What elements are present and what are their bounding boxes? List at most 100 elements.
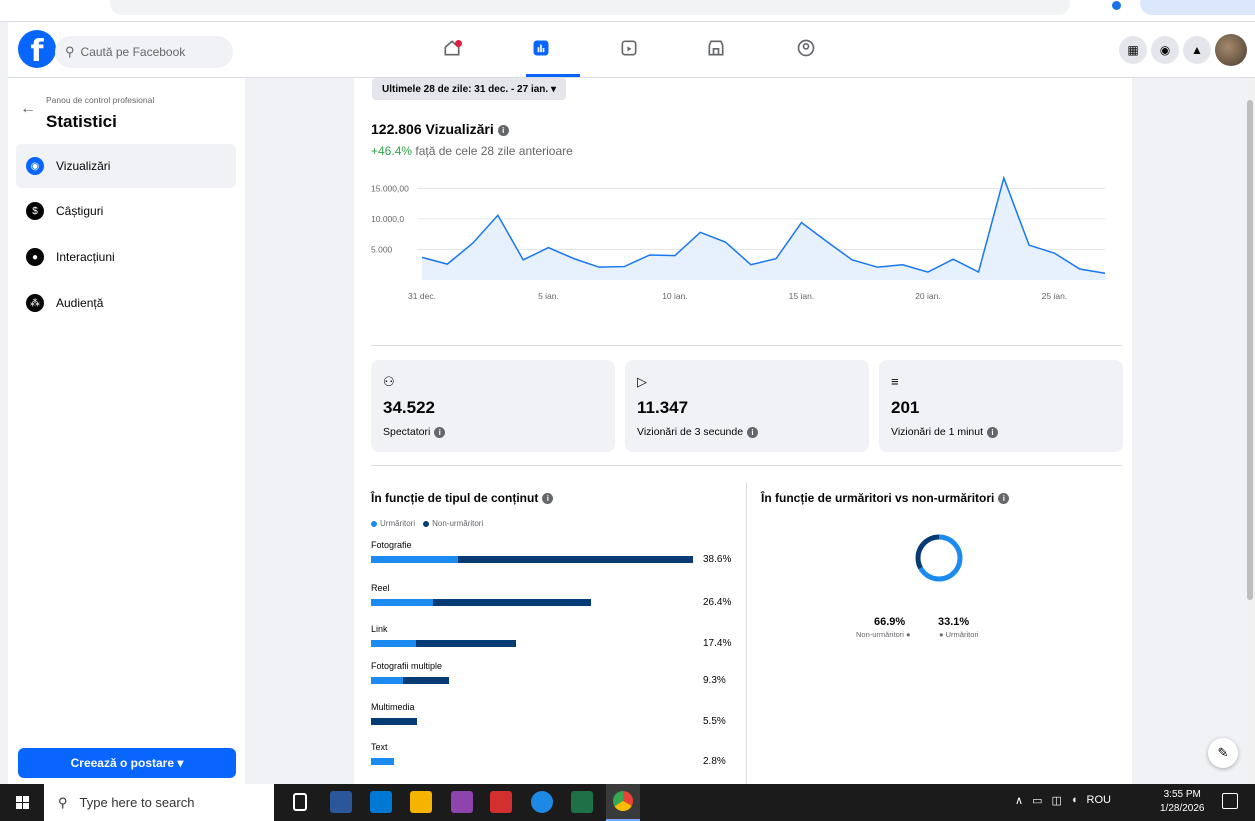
x-tick-label: 25 ian. xyxy=(1042,291,1068,301)
views-total: 122.806 Vizualizări i xyxy=(371,121,509,137)
taskbar-search-placeholder: Type here to search xyxy=(79,795,195,810)
sidebar-item-interactions[interactable]: ● Interacțiuni xyxy=(16,235,236,279)
stat-card-3s-views: ▷ 11.347 Vizionări de 3 secunde i xyxy=(625,360,869,452)
sidebar-item-label: Câștiguri xyxy=(56,204,104,218)
stat-value: 11.347 xyxy=(637,398,689,417)
network-icon[interactable]: ◫ xyxy=(1051,794,1061,807)
battery-icon[interactable]: ▭ xyxy=(1032,794,1042,807)
groups-icon[interactable] xyxy=(794,36,818,60)
dashboard-icon[interactable] xyxy=(529,36,553,60)
stat-label: Vizionări de 1 minut i xyxy=(891,426,999,438)
vertical-divider xyxy=(746,483,747,784)
sidebar-item-label: Interacțiuni xyxy=(56,250,115,264)
facebook-logo-icon[interactable]: f xyxy=(18,30,56,69)
acrobat-app-icon[interactable] xyxy=(490,791,512,813)
bar-value-label: 5.5% xyxy=(703,716,726,727)
info-icon[interactable]: i xyxy=(747,426,759,438)
person-icon: ⚇ xyxy=(383,374,395,389)
volume-icon[interactable]: ◖ xyxy=(1071,794,1078,807)
followers-title: În funcție de urmăritori vs non-urmărito… xyxy=(761,491,1010,505)
donut-nonfollowers-label: Non-urmăritori ● xyxy=(856,630,911,639)
edge-browser-icon[interactable] xyxy=(531,791,553,813)
info-icon[interactable]: i xyxy=(998,493,1010,505)
bar-category-label: Fotografie xyxy=(371,540,412,550)
bar-value-label: 9.3% xyxy=(703,675,726,686)
facebook-top-nav: f ⚲ Caută pe Facebook ▦ ◉ ▲ xyxy=(8,22,1255,78)
sidebar-item-earnings[interactable]: $ Câștiguri xyxy=(16,189,236,233)
bar-followers-segment xyxy=(371,556,458,563)
eye-icon: ◉ xyxy=(26,157,44,175)
bar-nonfollowers-segment xyxy=(371,677,449,684)
content-type-bar-row: Multimedia 5.5% xyxy=(371,702,736,732)
date-range-dropdown[interactable]: Ultimele 28 de zile: 31 dec. - 27 ian. ▾ xyxy=(372,78,566,100)
info-icon[interactable]: i xyxy=(497,124,509,136)
active-tab-indicator xyxy=(526,74,580,77)
page-scrollbar[interactable] xyxy=(1247,78,1255,784)
profile-avatar[interactable] xyxy=(1215,34,1247,66)
menu-grid-icon[interactable]: ▦ xyxy=(1119,36,1147,64)
panel-label[interactable]: Panou de control profesional xyxy=(46,95,154,105)
bar-value-label: 17.4% xyxy=(703,638,732,649)
notification-center-icon[interactable] xyxy=(1222,793,1238,809)
file-explorer-icon[interactable] xyxy=(410,791,432,813)
stat-value: 201 xyxy=(891,398,920,417)
profile-pill[interactable] xyxy=(1140,0,1255,15)
info-icon[interactable]: i xyxy=(987,426,999,438)
bar-value-label: 38.6% xyxy=(703,554,732,565)
sidebar-item-label: Audiență xyxy=(56,296,104,310)
legend-followers: Urmăritori xyxy=(371,519,415,528)
clock-time: 3:55 PM xyxy=(1163,789,1201,800)
extension-icon[interactable] xyxy=(1112,1,1121,10)
notifications-bell-icon[interactable]: ▲ xyxy=(1183,36,1211,64)
divider xyxy=(371,465,1122,466)
messenger-icon[interactable]: ◉ xyxy=(1151,36,1179,64)
taskbar-search-input[interactable]: ⚲ Type here to search xyxy=(44,784,274,821)
views-line-chart: 15.000,00 10.000,0 5.000 31 dec. 5 ian. 10 ia… xyxy=(371,175,1106,301)
bar-followers-segment xyxy=(371,640,416,647)
chrome-browser-icon[interactable] xyxy=(606,784,640,821)
video-icon[interactable] xyxy=(617,36,641,60)
bar-legend: Urmăritori Non-urmăritori xyxy=(371,519,483,528)
back-arrow-icon[interactable]: ← xyxy=(20,100,36,118)
compose-edit-icon[interactable]: ✎ xyxy=(1208,738,1238,768)
bar-nonfollowers-segment xyxy=(371,599,592,606)
excel-app-icon[interactable] xyxy=(571,791,593,813)
info-icon[interactable]: i xyxy=(542,493,554,505)
bar-category-label: Text xyxy=(371,742,388,752)
word-app-icon[interactable] xyxy=(330,791,352,813)
taskbar-clock[interactable]: 3:55 PM 1/28/2026 xyxy=(1160,788,1205,816)
winrar-app-icon[interactable] xyxy=(451,791,473,813)
clock-date: 1/28/2026 xyxy=(1160,803,1205,814)
language-indicator[interactable]: ROU xyxy=(1087,794,1111,807)
create-post-button[interactable]: Creează o postare ▾ xyxy=(18,748,236,778)
y-tick-label: 5.000 xyxy=(371,244,393,254)
stat-label: Spectatori i xyxy=(383,426,446,438)
teams-app-icon[interactable] xyxy=(370,791,392,813)
info-icon[interactable]: i xyxy=(434,426,446,438)
bar-category-label: Multimedia xyxy=(371,702,415,712)
sidebar-item-views[interactable]: ◉ Vizualizări xyxy=(16,144,236,188)
sidebar-item-audience[interactable]: ⁂ Audiență xyxy=(16,281,236,325)
donut-nonfollowers-pct: 66.9% xyxy=(874,616,906,628)
facebook-search-input[interactable]: ⚲ Caută pe Facebook xyxy=(55,36,233,68)
chevron-up-icon[interactable]: ∧ xyxy=(1015,794,1023,807)
address-bar[interactable] xyxy=(110,0,1070,15)
donut-followers-pct: 33.1% xyxy=(938,616,970,628)
scrollbar-thumb[interactable] xyxy=(1247,100,1253,600)
search-placeholder: Caută pe Facebook xyxy=(80,45,186,59)
task-view-icon[interactable] xyxy=(293,793,307,811)
windows-start-icon[interactable] xyxy=(0,784,44,821)
y-tick-label: 10.000,0 xyxy=(371,214,404,224)
bar-followers-segment xyxy=(371,758,395,765)
bar-nonfollowers-segment xyxy=(371,718,417,725)
bar-value-label: 2.8% xyxy=(703,756,726,767)
bar-category-label: Link xyxy=(371,624,388,634)
play-icon: ▷ xyxy=(637,374,647,389)
playlist-icon: ≡ xyxy=(891,374,899,389)
windows-taskbar: ⚲ Type here to search ∧ ▭ ◫ ◖ ROU 3:55 P… xyxy=(0,784,1255,821)
marketplace-icon[interactable] xyxy=(704,36,728,60)
dollar-icon: $ xyxy=(26,202,44,220)
area-fill xyxy=(422,178,1105,280)
bar-nonfollowers-segment xyxy=(371,556,693,563)
search-icon: ⚲ xyxy=(58,794,68,810)
